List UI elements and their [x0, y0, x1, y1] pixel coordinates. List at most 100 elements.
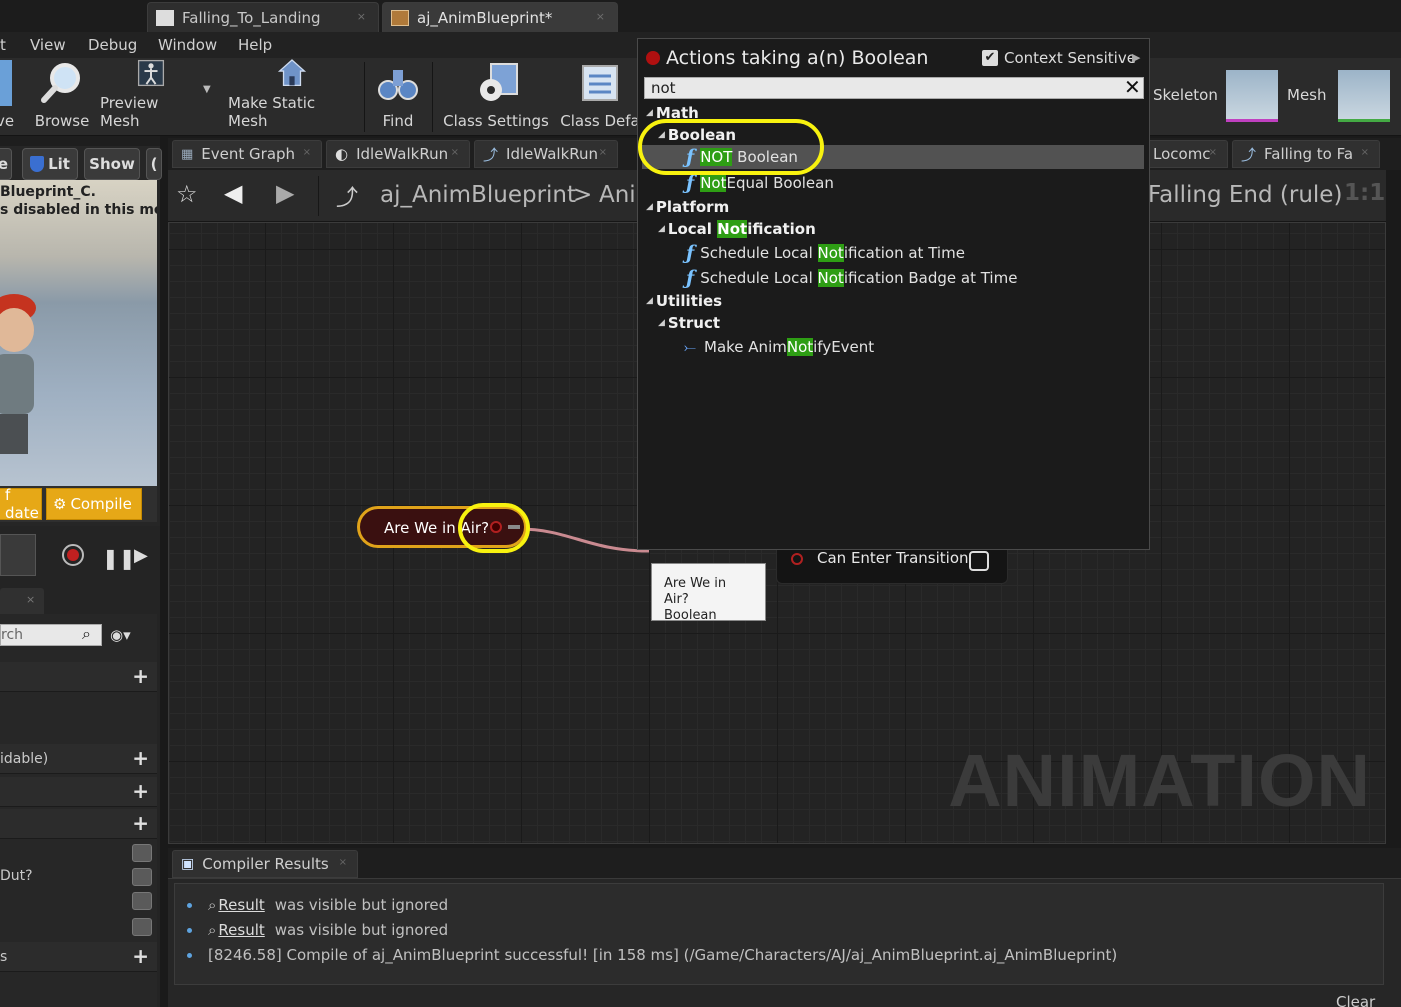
show-button[interactable]: Show — [84, 148, 140, 180]
lit-label: Lit — [48, 155, 70, 173]
close-icon[interactable]: × — [599, 147, 607, 158]
record-button[interactable] — [62, 544, 84, 566]
action-label-rest: ification at Time — [843, 244, 965, 262]
favorite-star-icon[interactable]: ☆ — [176, 180, 198, 208]
section-variables[interactable]: + — [0, 809, 157, 839]
pause-icon[interactable]: ❚❚ — [102, 546, 136, 570]
add-icon[interactable]: + — [132, 781, 149, 801]
action-schedule-local-notification-at-time[interactable]: ƒ Schedule Local Not ification at Time — [686, 241, 965, 265]
details-panel: ❚❚ ▶ × rch ⌕ ◉▾ + idable) + + + Dut? s + — [0, 526, 160, 1007]
menu-edit[interactable]: t — [0, 36, 6, 54]
category-struct[interactable]: ◢ Struct — [658, 311, 720, 335]
result-link[interactable]: Result — [218, 896, 264, 914]
camera-button[interactable]: ( — [146, 148, 162, 180]
breadcrumb-child[interactable]: Ani — [599, 182, 636, 208]
wire-connection — [519, 527, 649, 553]
menu-view[interactable]: View — [30, 36, 66, 54]
chevron-right-icon[interactable]: ▶ — [1132, 51, 1140, 64]
section-graphs[interactable]: + — [0, 662, 157, 692]
step-icon[interactable]: ▶ — [134, 545, 148, 566]
preview-mesh-button[interactable]: Preview Mesh — [100, 58, 202, 136]
match-highlight: Not — [717, 220, 748, 238]
tab-falling-to-landing[interactable]: Falling_To_Landing × — [147, 2, 379, 32]
annotation-ring-not-boolean — [638, 119, 824, 175]
close-icon[interactable]: × — [357, 10, 366, 23]
section-dispatchers[interactable]: s + — [0, 942, 157, 972]
clear-search-icon[interactable]: ✕ — [1124, 76, 1141, 98]
skeleton-thumbnail[interactable] — [1226, 70, 1278, 122]
variable-toggle[interactable] — [132, 844, 152, 862]
close-icon[interactable]: × — [1361, 147, 1369, 158]
action-make-animnotifyevent[interactable]: ⤚ Make Anim Not ifyEvent — [684, 335, 874, 359]
close-icon[interactable]: × — [26, 593, 35, 606]
tab-compiler-results[interactable]: ▣ Compiler Results × — [172, 850, 358, 878]
tab-idlewalkrun-2[interactable]: ⤴ IdleWalkRun × — [474, 140, 618, 168]
variable-toggle[interactable] — [132, 868, 152, 886]
update-button[interactable]: f date — [0, 486, 42, 522]
input-pin[interactable] — [791, 553, 803, 565]
skeleton-mode-label[interactable]: Skeleton — [1153, 86, 1218, 104]
close-icon[interactable]: × — [596, 10, 605, 23]
category-utilities[interactable]: ◢ Utilities — [646, 289, 722, 313]
action-schedule-local-notification-badge[interactable]: ƒ Schedule Local Not ification Badge at Ti… — [686, 266, 1017, 290]
find-button[interactable]: Find — [372, 58, 424, 136]
breadcrumb-root[interactable]: aj_AnimBlueprint — [380, 182, 576, 208]
context-sensitive-checkbox[interactable]: ✔ — [982, 50, 998, 66]
lit-shield-icon — [30, 156, 45, 172]
tab-aj-animblueprint[interactable]: aj_AnimBlueprint* × — [382, 2, 618, 32]
dropdown-arrow-icon[interactable]: ▼ — [203, 84, 211, 95]
clear-button[interactable]: Clear — [1336, 993, 1375, 1007]
log-text: was visible but ignored — [274, 896, 449, 914]
context-sensitive-label[interactable]: Context Sensitive — [1004, 49, 1136, 67]
state-machine-icon: ◐ — [335, 145, 349, 163]
mesh-mode-label[interactable]: Mesh — [1287, 86, 1327, 104]
class-defaults-button[interactable]: Class Defa — [560, 58, 640, 136]
menu-debug[interactable]: Debug — [88, 36, 137, 54]
variable-toggle[interactable] — [132, 918, 152, 936]
gear-icon: ⚙ — [53, 495, 67, 513]
tab-locomotion[interactable]: Locomc × — [1144, 140, 1228, 168]
simulate-box[interactable] — [0, 534, 36, 576]
tab-event-graph[interactable]: ▦ Event Graph × — [172, 140, 322, 168]
action-search-input[interactable]: not — [644, 77, 1144, 99]
close-icon[interactable]: × — [303, 147, 311, 158]
left-tab[interactable]: × — [0, 588, 44, 614]
eye-icon[interactable]: ◉▾ — [110, 626, 131, 644]
bool-checkbox[interactable] — [969, 551, 989, 571]
category-platform[interactable]: ◢ Platform — [646, 195, 729, 219]
variable-toggle[interactable] — [132, 892, 152, 910]
browse-button[interactable]: Browse — [32, 58, 92, 136]
close-icon[interactable]: × — [339, 857, 347, 868]
viewport-scene[interactable]: Blueprint_C. s disabled in this mode — [0, 180, 157, 486]
transition-icon: ⤴ — [483, 145, 499, 164]
menu-help[interactable]: Help — [238, 36, 272, 54]
close-icon[interactable]: × — [1209, 147, 1217, 158]
variable-name[interactable]: Dut? — [0, 868, 33, 884]
title-bar: Falling_To_Landing × aj_AnimBlueprint* × — [0, 0, 1401, 32]
action-label-rest: ifyEvent — [813, 338, 875, 356]
category-local-notification[interactable]: ◢ Local Not ification — [658, 217, 816, 241]
section-macros[interactable]: + — [0, 777, 157, 807]
section-overridable[interactable]: idable) + — [0, 744, 157, 774]
forward-arrow-icon[interactable]: ▶ — [276, 179, 294, 207]
compile-button[interactable]: ⚙ Compile — [46, 488, 142, 520]
compile-label: Compile — [70, 495, 132, 513]
mesh-thumbnail[interactable] — [1338, 70, 1390, 122]
expanded-arrow-icon: ◢ — [658, 224, 665, 234]
result-link[interactable]: Result — [218, 921, 264, 939]
add-icon[interactable]: + — [132, 666, 149, 686]
add-icon[interactable]: + — [132, 813, 149, 833]
menu-window[interactable]: Window — [158, 36, 217, 54]
back-arrow-icon[interactable]: ◀ — [224, 179, 242, 207]
lit-button[interactable]: Lit — [22, 148, 78, 180]
viewport-options-button[interactable]: e — [0, 148, 12, 180]
add-icon[interactable]: + — [132, 748, 149, 768]
save-button[interactable]: ve — [0, 58, 14, 136]
class-settings-button[interactable]: Class Settings — [442, 58, 550, 136]
close-icon[interactable]: × — [451, 147, 459, 158]
tab-idlewalkrun-1[interactable]: ◐ IdleWalkRun × — [326, 140, 470, 168]
bullet — [187, 952, 192, 958]
make-static-mesh-button[interactable]: Make Static Mesh — [228, 58, 356, 136]
add-icon[interactable]: + — [132, 946, 149, 966]
tab-falling-to-fa[interactable]: ⤴ Falling to Fa × — [1232, 140, 1380, 168]
